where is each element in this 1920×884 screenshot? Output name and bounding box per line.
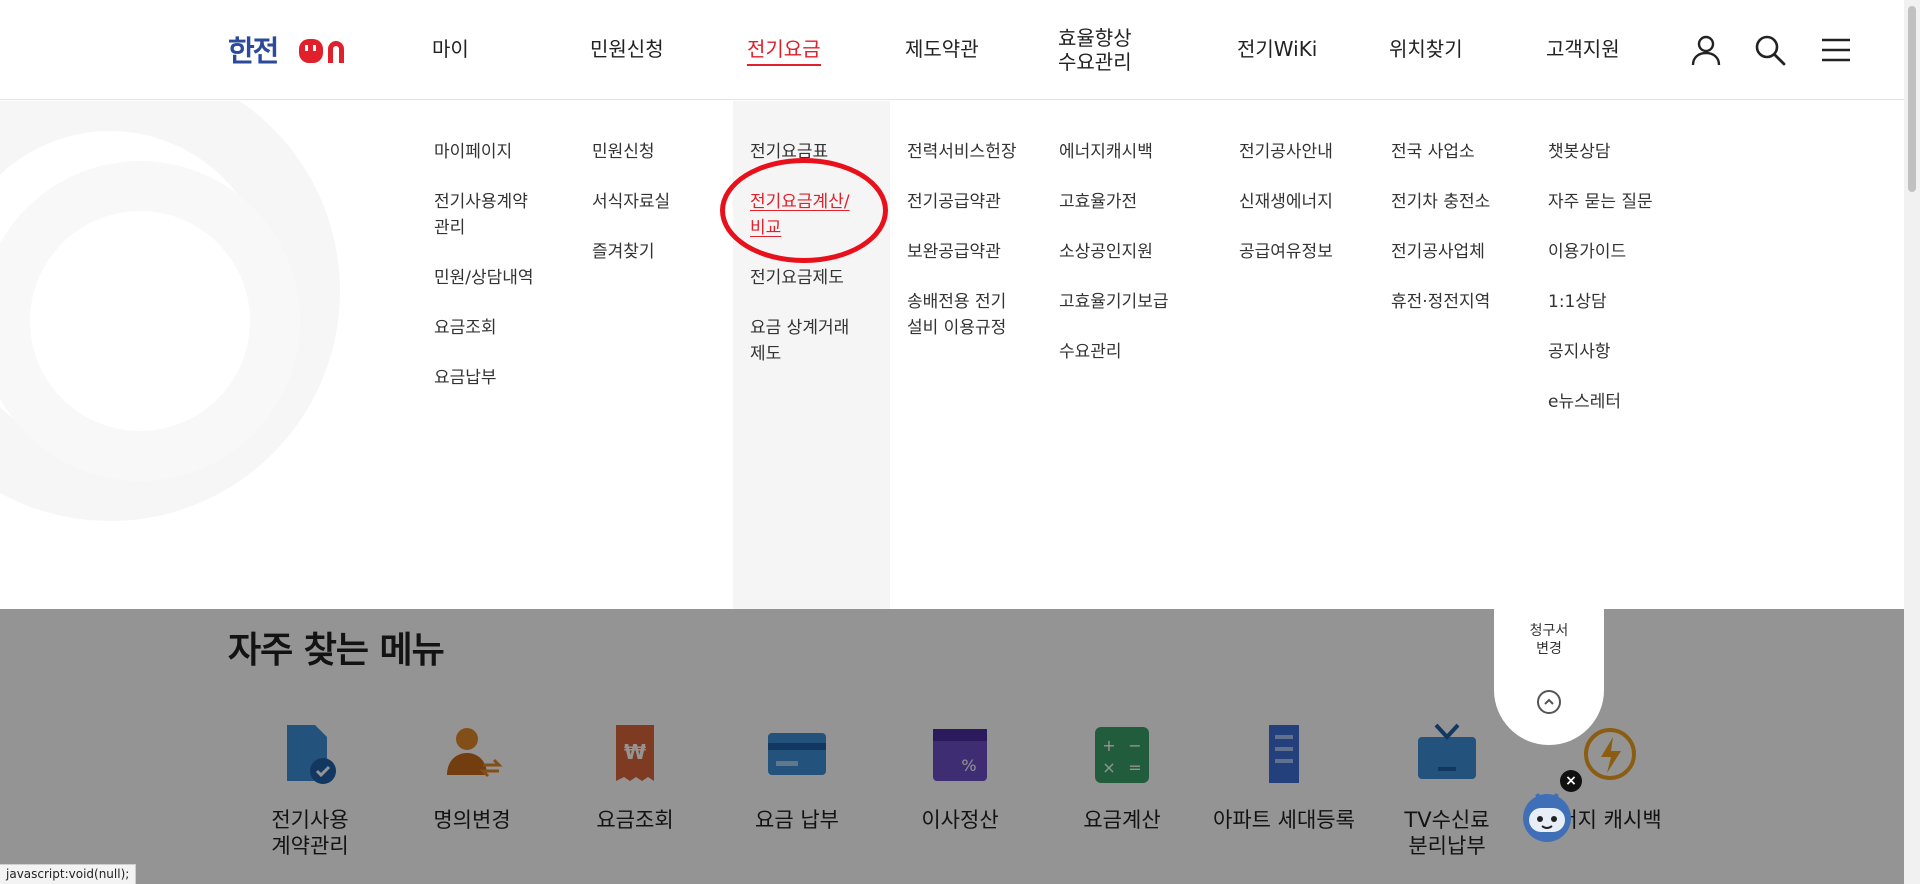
submenu-offices[interactable]: 전국 사업소 [1391, 139, 1521, 165]
submenu-column-wiki: 전기공사안내 신재생에너지 공급여유정보 [1239, 139, 1369, 289]
submenu-construction-guide[interactable]: 전기공사안내 [1239, 139, 1369, 165]
gnb-civil-request[interactable]: 민원신청 [590, 34, 664, 64]
submenu-column-terms: 전력서비스헌장 전기공급약관 보완공급약관 송배전용 전기 설비 이용규정 [907, 139, 1047, 365]
submenu-service-charter[interactable]: 전력서비스헌장 [907, 139, 1047, 165]
submenu-supplementary-terms[interactable]: 보완공급약관 [907, 239, 1047, 265]
submenu-supply-terms[interactable]: 전기공급약관 [907, 189, 1047, 215]
gnb-support[interactable]: 고객지원 [1546, 34, 1620, 64]
submenu-energy-cashback[interactable]: 에너지캐시백 [1059, 139, 1209, 165]
search-icon[interactable] [1752, 32, 1788, 68]
submenu-rate-system[interactable]: 전기요금제도 [750, 265, 890, 291]
browser-status-bar: javascript:void(null); [0, 864, 137, 884]
vertical-scrollbar[interactable] [1904, 0, 1920, 884]
user-icon[interactable] [1688, 32, 1724, 68]
submenu-net-metering[interactable]: 요금 상계거래 제도 [750, 315, 890, 367]
submenu-contract-management[interactable]: 전기사용계약 관리 [434, 189, 564, 241]
submenu-faq[interactable]: 자주 묻는 질문 [1548, 189, 1688, 215]
submenu-consult-history[interactable]: 민원/상담내역 [434, 265, 564, 291]
gnb-efficiency[interactable]: 효율향상 수요관리 [1058, 26, 1148, 74]
submenu-outage-areas[interactable]: 휴전·정전지역 [1391, 289, 1521, 315]
scrollbar-thumb[interactable] [1908, 6, 1916, 192]
submenu-demand-management[interactable]: 수요관리 [1059, 339, 1209, 365]
submenu-column-my: 마이페이지 전기사용계약 관리 민원/상담내역 요금조회 요금납부 [434, 139, 564, 415]
global-header: 한전 마이 민원신청 전기요금 제도약관 효율향상 수요관리 전기WiKi 위치… [0, 0, 1920, 100]
submenu-favorites[interactable]: 즐겨찾기 [592, 239, 722, 265]
floating-quick-panel: 청구서 변경 [1494, 600, 1604, 745]
submenu-efficient-equipment[interactable]: 고효율기기보급 [1059, 289, 1209, 315]
submenu-column-civil: 민원신청 서식자료실 즐겨찾기 [592, 139, 722, 289]
chatbot-close-icon[interactable]: × [1560, 770, 1582, 792]
submenu-mypage[interactable]: 마이페이지 [434, 139, 564, 165]
submenu-bill-payment[interactable]: 요금납부 [434, 365, 564, 391]
submenu-renewable-energy[interactable]: 신재생에너지 [1239, 189, 1369, 215]
submenu-civil-request[interactable]: 민원신청 [592, 139, 722, 165]
submenu-small-business[interactable]: 소상공인지원 [1059, 239, 1209, 265]
submenu-column-efficiency: 에너지캐시백 고효율가전 소상공인지원 고효율기기보급 수요관리 [1059, 139, 1209, 389]
mega-menu: 마이페이지 전기사용계약 관리 민원/상담내역 요금조회 요금납부 민원신청 서… [0, 101, 1920, 609]
highlight-circle-annotation [720, 158, 888, 263]
submenu-notice[interactable]: 공지사항 [1548, 339, 1688, 365]
kepco-on-logo[interactable]: 한전 [228, 34, 356, 68]
menu-icon[interactable] [1818, 32, 1854, 68]
gnb-location[interactable]: 위치찾기 [1389, 34, 1463, 64]
gnb-my[interactable]: 마이 [432, 34, 469, 64]
submenu-bill-inquiry[interactable]: 요금조회 [434, 315, 564, 341]
submenu-newsletter[interactable]: e뉴스레터 [1548, 389, 1688, 415]
submenu-efficient-appliance[interactable]: 고효율가전 [1059, 189, 1209, 215]
logo-text: 한전 [228, 34, 279, 68]
logo-on-icon [299, 39, 344, 63]
gnb-terms[interactable]: 제도약관 [905, 34, 979, 64]
submenu-transmission-rules[interactable]: 송배전용 전기 설비 이용규정 [907, 289, 1047, 341]
bill-change-link[interactable]: 청구서 변경 [1494, 622, 1604, 658]
submenu-forms[interactable]: 서식자료실 [592, 189, 722, 215]
submenu-chatbot[interactable]: 챗봇상담 [1548, 139, 1688, 165]
scroll-top-icon[interactable] [1537, 690, 1561, 714]
dim-overlay [0, 609, 1920, 884]
submenu-guide[interactable]: 이용가이드 [1548, 239, 1688, 265]
gnb-electricity-rates[interactable]: 전기요금 [747, 34, 821, 66]
submenu-one-on-one[interactable]: 1:1상담 [1548, 289, 1688, 315]
submenu-column-support: 챗봇상담 자주 묻는 질문 이용가이드 1:1상담 공지사항 e뉴스레터 [1548, 139, 1688, 439]
submenu-contractors[interactable]: 전기공사업체 [1391, 239, 1521, 265]
submenu-column-location: 전국 사업소 전기차 충전소 전기공사업체 휴전·정전지역 [1391, 139, 1521, 339]
submenu-supply-margin[interactable]: 공급여유정보 [1239, 239, 1369, 265]
gnb-wiki[interactable]: 전기WiKi [1237, 34, 1317, 64]
submenu-ev-chargers[interactable]: 전기차 충전소 [1391, 189, 1521, 215]
